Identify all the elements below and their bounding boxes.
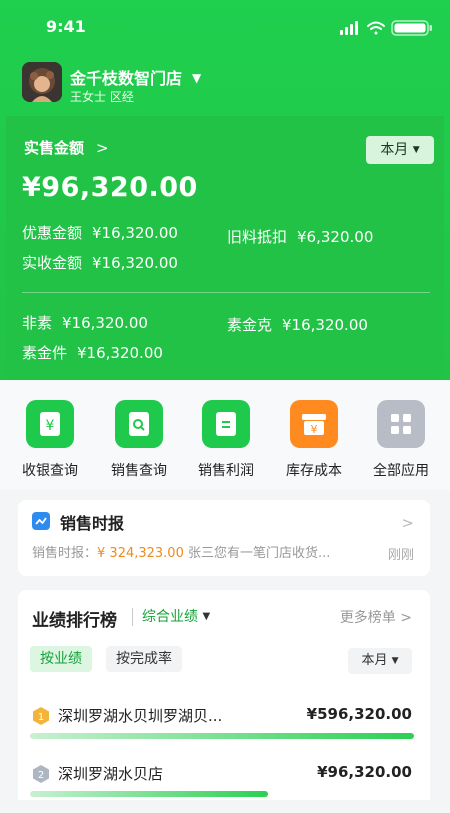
svg-text:2: 2 [38, 770, 44, 781]
wifi-icon [367, 21, 385, 35]
sales-amount: ¥96,320.00 [22, 172, 198, 203]
app-label: 销售查询 [111, 463, 167, 479]
chevron-right-icon: > [401, 514, 414, 532]
ranking-period-dropdown[interactable]: 本月 ▼ [348, 648, 412, 674]
ranking-title: 业绩排行榜 [32, 611, 117, 631]
ranking-type-dropdown[interactable]: 综合业绩 ▼ [142, 606, 210, 626]
plain-gold-gram-amount: 素金克 ¥16,320.00 [227, 314, 368, 335]
app-shortcuts: ¥ 收银查询 销售查询 销售利润 ¥ 库存成本 全部应用 [0, 380, 450, 490]
chevron-right-icon: > [400, 610, 412, 626]
kv-value: ¥16,320.00 [77, 344, 163, 362]
divider [22, 292, 430, 293]
filter-by-performance[interactable]: 按业绩 [30, 646, 92, 672]
kv-label: 非素 [22, 314, 53, 332]
sales-search-icon [115, 400, 163, 448]
kv-label: 素金件 [22, 344, 68, 362]
svg-text:¥: ¥ [46, 418, 55, 434]
status-time: 9:41 [46, 17, 86, 36]
chevron-right-icon: > [96, 139, 109, 157]
status-bar: 9:41 [0, 0, 450, 52]
news-time: 刚刚 [387, 548, 414, 563]
period-value: 本月 [380, 142, 409, 158]
app-label: 库存成本 [286, 463, 342, 479]
news-prefix: 销售时报： [32, 546, 98, 561]
store-name: 深圳罗湖水贝店 [58, 765, 164, 783]
profit-icon [202, 400, 250, 448]
ranking-row[interactable]: 1 深圳罗湖水贝圳罗湖贝... ¥596,320.00 [30, 705, 418, 755]
caret-down-icon: ▼ [412, 145, 420, 155]
cashier-icon: ¥ [26, 400, 74, 448]
more-rankings-text: 更多榜单 [339, 610, 396, 626]
user-role: 王女士 区经 [70, 90, 134, 104]
sales-label[interactable]: 实售金额 > [24, 137, 109, 158]
app-inventory-cost[interactable]: ¥ 库存成本 [274, 400, 354, 480]
news-content: 销售时报：¥ 324,323.00 张三您有一笔门店收货... [32, 542, 330, 561]
battery-icon [391, 20, 432, 36]
sales-summary-card: 实售金额 > 本月 ▼ ¥96,320.00 优惠金额 ¥16,320.00 旧料抵… [6, 116, 444, 380]
kv-label: 实收金额 [22, 254, 83, 272]
old-material-deduction: 旧料抵扣 ¥6,320.00 [227, 226, 373, 247]
store-amount: ¥596,320.00 [306, 705, 412, 723]
gold-medal-icon: 1 [33, 707, 49, 725]
news-text: 张三您有一笔门店收货... [188, 546, 331, 561]
svg-text:¥: ¥ [311, 423, 318, 436]
period-dropdown[interactable]: 本月 ▼ [366, 136, 434, 164]
inventory-icon: ¥ [290, 400, 338, 448]
app-all-apps[interactable]: 全部应用 [361, 400, 441, 480]
app-cashier-query[interactable]: ¥ 收银查询 [10, 400, 90, 480]
more-rankings-link[interactable]: 更多榜单 > [340, 607, 412, 627]
ranking-period-value: 本月 [361, 653, 388, 668]
kv-value: ¥16,320.00 [92, 224, 178, 242]
received-amount: 实收金额 ¥16,320.00 [22, 252, 178, 273]
ranking-card: 业绩排行榜 综合业绩 ▼ 更多榜单 > 按业绩 按完成率 本月 ▼ 1 深圳罗湖… [18, 590, 430, 800]
divider [132, 608, 133, 626]
store-name[interactable]: 金千枝数智门店 ▼ [70, 65, 201, 89]
avatar[interactable] [22, 62, 62, 102]
app-sales-query[interactable]: 销售查询 [99, 400, 179, 480]
trend-chart-icon [32, 512, 50, 530]
progress-bar [30, 791, 268, 797]
store-name-text: 金千枝数智门店 [70, 69, 183, 88]
app-label: 销售利润 [198, 463, 254, 479]
ranking-row[interactable]: 2 深圳罗湖水贝店 ¥96,320.00 [30, 763, 418, 813]
grid-icon [377, 400, 425, 448]
sales-news-card[interactable]: 销售时报 > 销售时报：¥ 324,323.00 张三您有一笔门店收货... 刚… [18, 500, 430, 576]
non-plain-amount: 非素 ¥16,320.00 [22, 312, 148, 333]
kv-label: 旧料抵扣 [227, 228, 288, 246]
kv-value: ¥6,320.00 [297, 228, 374, 246]
kv-value: ¥16,320.00 [62, 314, 148, 332]
svg-text:1: 1 [38, 712, 44, 723]
filter-by-completion[interactable]: 按完成率 [106, 646, 182, 672]
kv-value: ¥16,320.00 [282, 316, 368, 334]
kv-label: 素金克 [227, 316, 273, 334]
discount-amount: 优惠金额 ¥16,320.00 [22, 222, 178, 243]
caret-down-icon: ▼ [192, 71, 202, 85]
kv-value: ¥16,320.00 [92, 254, 178, 272]
kv-label: 优惠金额 [22, 224, 83, 242]
store-amount: ¥96,320.00 [317, 763, 412, 781]
store-name: 深圳罗湖水贝圳罗湖贝... [58, 707, 223, 725]
hero-header: 9:41 金千枝数智门店 ▼ 王女士 区经 实售金额 > 本月 ▼ ¥96,32… [0, 0, 450, 380]
progress-bar [30, 733, 414, 739]
ranking-type-value: 综合业绩 [142, 609, 198, 625]
app-label: 收银查询 [22, 463, 78, 479]
sales-label-text: 实售金额 [24, 139, 85, 157]
app-label: 全部应用 [373, 463, 429, 479]
news-title: 销售时报 [60, 514, 125, 533]
app-sales-profit[interactable]: 销售利润 [186, 400, 266, 480]
signal-icon [340, 21, 358, 35]
caret-down-icon: ▼ [202, 611, 211, 622]
status-icons [340, 20, 432, 36]
plain-gold-piece-amount: 素金件 ¥16,320.00 [22, 342, 163, 363]
caret-down-icon: ▼ [391, 656, 399, 666]
news-amount: ¥ 324,323.00 [97, 546, 184, 561]
silver-medal-icon: 2 [33, 765, 49, 783]
